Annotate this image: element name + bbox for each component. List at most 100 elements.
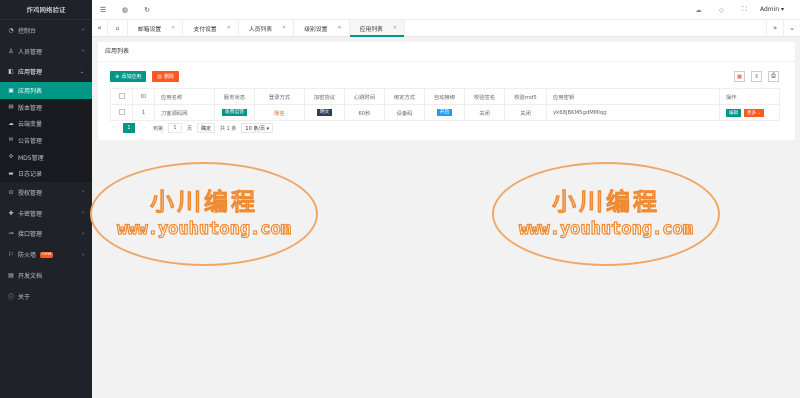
tab-app-list[interactable]: 应用列表 ✕ [349,20,406,37]
sidebar-item-about[interactable]: ⓘ 关于 [0,286,92,307]
close-icon[interactable]: ✕ [337,25,341,31]
fullscreen-icon[interactable]: ⛶ [733,5,756,14]
globe-icon[interactable]: ◍ [114,6,136,14]
column-header[interactable]: ID [132,88,155,105]
goto-confirm-button[interactable]: 确定 [197,123,216,133]
chevron-right-icon: › [82,48,84,55]
tab-mail-settings[interactable]: 邮箱设置 ✕ [128,20,184,36]
sidebar-item-firewall[interactable]: ⚐ 防火墙 new › [0,244,92,265]
document-icon: ▤ [8,272,14,280]
cloud-icon[interactable]: ☁ [687,6,710,14]
tab-label: 邮箱设置 [138,26,162,33]
refresh-icon[interactable]: ↻ [136,6,158,14]
tabs-scroll-right-icon[interactable]: » [766,20,783,36]
chevron-down-icon[interactable]: ⌄ [783,20,800,36]
next-page-button[interactable]: › [140,125,148,131]
column-header[interactable]: 应用密钥 [546,88,720,105]
card-title: 应用列表 [98,42,795,62]
sidebar-item-label: 卡密管理 [18,210,43,218]
watermark-url-text: www.youhutong.com [116,218,291,239]
more-button[interactable]: 更多 ⌄ [744,108,765,117]
cell-app-key: yk68JBKM5gdMMlqg [546,104,720,121]
column-header[interactable]: 应用名称 [154,88,215,105]
tab-level-settings[interactable]: 级别设置 ✕ [294,20,350,36]
tabs-scroll-left-icon[interactable]: « [92,20,108,36]
row-select-cell [110,104,133,121]
sidebar-item-label: 云端变量 [18,121,43,129]
column-header[interactable]: 服务状态 [214,88,255,105]
version-icon: ▤ [8,104,14,111]
tag-icon[interactable]: ◇ [710,6,733,14]
select-all-checkbox[interactable] [118,93,125,100]
column-header[interactable]: 加密协议 [304,88,345,105]
edit-button[interactable]: 编辑 [726,108,741,117]
column-header[interactable]: 绑定方式 [384,88,425,105]
column-header[interactable]: 校验签名 [464,88,505,105]
select-all-cell [110,88,133,105]
sidebar-item-label: 开发文档 [18,273,43,281]
sidebar-item-users[interactable]: ♙ 人员管理 › [0,41,92,62]
page-size-select[interactable]: 10 条/页 ▾ [241,123,274,133]
close-icon[interactable]: ✕ [171,25,175,31]
sidebar-item-logs[interactable]: ▬ 日志记录 [0,165,92,182]
watermark-cn-text: 小川编程 [149,188,258,216]
row-checkbox[interactable] [118,109,125,116]
sidebar-item-label: 防火墙 [18,252,37,260]
cell-protocol: 明文 [304,104,345,121]
tab-label: 人员列表 [248,26,273,33]
sidebar-item-notices[interactable]: ✉ 公告管理 [0,132,92,149]
cell-sign: 关闭 [464,104,505,121]
mail-icon: ✉ [8,137,14,144]
cell-actions: 编辑 更多 ⌄ [719,104,780,121]
add-app-button[interactable]: ⊕ 添加应用 [110,71,147,82]
sidebar-item-cards[interactable]: ✚ 卡密管理 › [0,203,92,224]
sidebar-item-md5[interactable]: ✣ MD5管理 [0,149,92,166]
sidebar-item-dashboard[interactable]: ◔ 控制台 › [0,20,92,41]
watermark-cn-text: 小川编程 [551,188,660,216]
column-header[interactable]: 心跳时间 [344,88,385,105]
close-icon[interactable]: ✕ [227,25,231,31]
export-icon[interactable]: ⇩ [751,71,762,82]
login-method-text: 账名 [274,110,285,117]
close-icon[interactable]: ✕ [282,25,286,31]
chevron-right-icon: › [82,189,84,196]
current-page-button[interactable]: 1 [123,123,135,133]
print-icon[interactable]: ⎙ [768,71,779,82]
close-icon[interactable]: ✕ [393,25,397,31]
firewall-icon: ⚐ [8,251,14,259]
status-badge: 收费运营 [221,109,248,116]
sidebar-item-api[interactable]: ⊸ 接口管理 › [0,224,92,245]
tab-label: 支付设置 [193,26,217,33]
user-menu[interactable]: Admin ▾ [760,6,784,13]
sidebar-item-cloud-vars[interactable]: ☁ 云端变量 [0,116,92,133]
plus-circle-icon: ⊕ [115,73,120,80]
watermark-logo: 小川编程 www.youhutong.com [90,162,318,266]
protocol-badge: 明文 [316,109,333,116]
trash-icon: ▥ [157,73,162,80]
columns-filter-icon[interactable]: ▦ [734,71,745,82]
auth-icon: ⊙ [8,188,14,196]
sidebar-item-auth[interactable]: ⊙ 授权管理 › [0,182,92,203]
sidebar-item-docs[interactable]: ▤ 开发文档 [0,265,92,286]
sidebar-item-apps[interactable]: ◧ 应用管理 ⌄ [0,62,92,83]
sidebar-item-label: 日志记录 [18,171,43,179]
list-icon: ▣ [8,87,14,94]
page-input[interactable]: 1 [168,123,183,133]
column-header[interactable]: 校验md5 [504,88,547,105]
tabs-right-controls: » ⌄ [766,20,800,36]
app-list-card: 应用列表 ⊕ 添加应用 ▥ 删除 ▦ ⇩ ⎙ ID 应用名称 服务状态 登录方式 [98,42,795,140]
api-icon: ⊸ [8,230,14,238]
sidebar-item-app-list[interactable]: ▣ 应用列表 [0,82,92,99]
prev-page-button[interactable]: ‹ [110,125,118,131]
delete-button[interactable]: ▥ 删除 [152,71,179,82]
cell-status: 收费运营 [214,104,255,121]
tab-pay-settings[interactable]: 支付设置 ✕ [183,20,239,36]
column-header[interactable]: 登录方式 [254,88,305,105]
menu-toggle-icon[interactable]: ☰ [92,6,114,14]
tab-label: 级别设置 [304,26,328,33]
column-header[interactable]: 自动换绑 [424,88,465,105]
tab-user-list[interactable]: 人员列表 ✕ [239,20,295,36]
home-icon[interactable]: ⌂ [108,20,128,36]
table-row[interactable]: 1 刀客源码网 收费运营 账名 明文 60秒 设备码 开启 关闭 关闭 yk68… [110,104,780,121]
sidebar-item-versions[interactable]: ▤ 版本管理 [0,99,92,116]
